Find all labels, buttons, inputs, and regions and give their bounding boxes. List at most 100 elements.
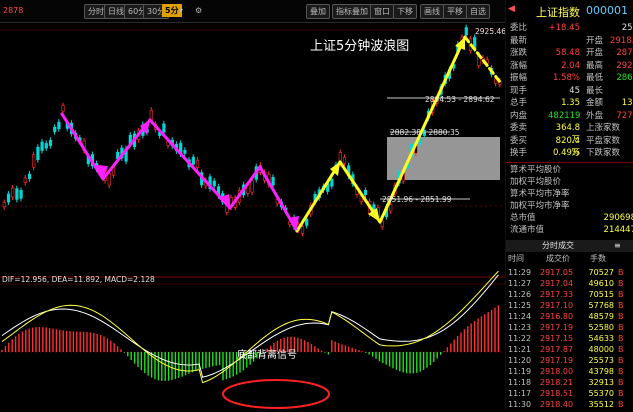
draw-line-button[interactable]: 画线 xyxy=(420,4,444,19)
quote-key: 算术平均市净率 xyxy=(510,189,570,199)
quote-row: 涨跌 58.48 开盘 2871 xyxy=(510,47,633,59)
quote-key: 涨跌 xyxy=(510,48,528,58)
quote-value: 290698 xyxy=(603,213,633,223)
quote-row: 换手 0.49% 下跌家数 xyxy=(510,147,633,159)
quote-key: 开盘 xyxy=(586,35,604,46)
watchlist-button[interactable]: 自选 xyxy=(466,4,490,19)
candle-body xyxy=(57,121,61,129)
quote-value: 2871 xyxy=(616,48,633,58)
trades-header[interactable]: 分时成交 ≡ xyxy=(506,240,633,252)
candle-body xyxy=(363,190,368,195)
chart-price-label: 2878 xyxy=(3,6,24,15)
trades-cols: 时间 成交价 手数 xyxy=(508,254,606,263)
candle-body xyxy=(212,180,216,187)
quote-key: 换手 xyxy=(510,148,528,158)
candle-body xyxy=(36,146,40,161)
quote-key: 涨幅 xyxy=(510,60,528,71)
candle-body xyxy=(15,188,19,200)
quote-extra-row: 加权平均市净率 xyxy=(510,200,633,212)
window-button[interactable]: 窗口 xyxy=(370,4,394,19)
candle-body xyxy=(418,139,422,144)
quote-key: 开盘 xyxy=(586,48,604,58)
quote-key: 委买 xyxy=(510,135,528,146)
candle-body xyxy=(330,178,334,187)
candle-body xyxy=(2,202,6,207)
candle-body xyxy=(300,226,305,234)
candle-body xyxy=(162,123,166,133)
quote-extra: 算术平均股价 加权平均股价 算术平均市净率 加权平均市净率 总市值 290698 流通市值 2… xyxy=(506,164,633,236)
quote-key: 振幅 xyxy=(510,73,528,83)
quote-value: 214447 xyxy=(603,225,633,235)
quote-value: 45 xyxy=(569,85,580,96)
quote-row: 委比 +18.45 255 xyxy=(510,22,633,34)
quote-row: 涨幅 2.04 最高 2928 xyxy=(510,60,633,72)
quote-key: 内盘 xyxy=(510,110,528,121)
wave-up-3 xyxy=(295,160,342,233)
overlay-button[interactable]: 叠加 xyxy=(306,4,330,19)
trades-menu-icon[interactable]: ≡ xyxy=(614,240,621,252)
wave-down-1 xyxy=(60,112,105,181)
candle-body xyxy=(195,159,200,168)
quote-row: 内盘 482119 外盘 7275 xyxy=(510,110,633,122)
quote-key: 流通市值 xyxy=(510,225,545,235)
candle-body xyxy=(183,150,187,154)
quote-key: 金额 xyxy=(586,98,604,108)
quote-value: 2928 xyxy=(616,60,633,71)
quote-value: 482119 xyxy=(548,110,581,121)
quote-extra-row: 加权平均股价 xyxy=(510,176,633,188)
candle-body xyxy=(250,180,254,193)
kline-chart[interactable]: 上证5分钟波浪图 2925.46 2894.53 - 2894.62 2882.… xyxy=(0,22,505,410)
quote-value: 135 xyxy=(621,98,633,108)
quote-key: 最低 xyxy=(586,73,604,83)
quote-value: 2.04 xyxy=(561,60,580,71)
index-code: 000001 xyxy=(586,4,628,17)
quote-key: 算术平均股价 xyxy=(510,165,562,175)
quote-rows: 委比+18.45255最新开盘2918.90涨跌58.48开盘2871涨幅2.0… xyxy=(506,22,633,162)
pan-button[interactable]: 平移 xyxy=(443,4,467,19)
quote-row: 委卖 364.8万 上涨家数 xyxy=(510,122,633,145)
wave-down-2 xyxy=(148,118,232,210)
support-annotation: 2851.96 - 2851.99 xyxy=(382,195,452,204)
quote-key: 平盘家数 xyxy=(586,135,621,146)
candle-body xyxy=(40,141,44,151)
quote-key: 总市值 xyxy=(510,213,536,223)
macd-histogram xyxy=(1,305,500,381)
quote-value: 1.35 xyxy=(561,98,580,108)
quote-row: 振幅 1.58% 最低 2868 xyxy=(510,72,633,84)
corner-value: 2925.46 xyxy=(475,27,505,36)
quote-value: 1.58% xyxy=(552,73,580,83)
move-down-button[interactable]: 下移 xyxy=(393,4,417,19)
quote-key: 现手 xyxy=(510,85,528,96)
candle-body xyxy=(53,126,57,133)
period-dropdown-icon[interactable]: ▾ xyxy=(176,4,186,17)
quote-key: 加权平均股价 xyxy=(510,177,562,187)
candle-body xyxy=(107,173,111,186)
candle-body xyxy=(44,143,48,149)
quote-extra-row: 算术平均股价 xyxy=(510,164,633,176)
candle-body xyxy=(32,154,36,168)
wave-up-2 xyxy=(228,165,262,210)
quote-key: 外盘 xyxy=(586,110,604,121)
macd-values: DIF=12.956, DEA=11.892, MACD=2.128 xyxy=(2,275,155,284)
candle-body xyxy=(61,105,65,112)
indicator-overlay-button[interactable]: 指标叠加 xyxy=(332,4,372,19)
quote-value: 0.49% xyxy=(552,148,580,158)
quote-key: 委卖 xyxy=(510,123,528,133)
quote-key: 最长 xyxy=(586,85,604,96)
quote-key: 加权平均市净率 xyxy=(510,201,570,211)
quote-key: 总手 xyxy=(510,98,528,108)
settings-icon[interactable]: ⚙ xyxy=(192,4,205,17)
back-icon[interactable]: ◀ xyxy=(508,4,515,14)
candle-body xyxy=(191,156,195,165)
index-name: 上证指数 xyxy=(536,6,580,19)
resist-annotation: 2894.53 - 2894.62 xyxy=(425,95,495,104)
quote-value: +18.45 xyxy=(548,23,580,33)
quote-header: ◀ 上证指数 000001 xyxy=(508,4,633,20)
candle-body xyxy=(48,139,53,146)
quote-key: 下跌家数 xyxy=(586,148,621,158)
quote-row: 总手 1.35 金额 135 xyxy=(510,97,633,109)
quote-value: 2918.90 xyxy=(610,35,633,46)
quote-key: 上涨家数 xyxy=(586,123,621,133)
quote-panel: ◀ 上证指数 000001 委比+18.45255最新开盘2918.90涨跌58… xyxy=(505,0,633,410)
quote-row: 现手 45 最长 xyxy=(510,85,633,97)
